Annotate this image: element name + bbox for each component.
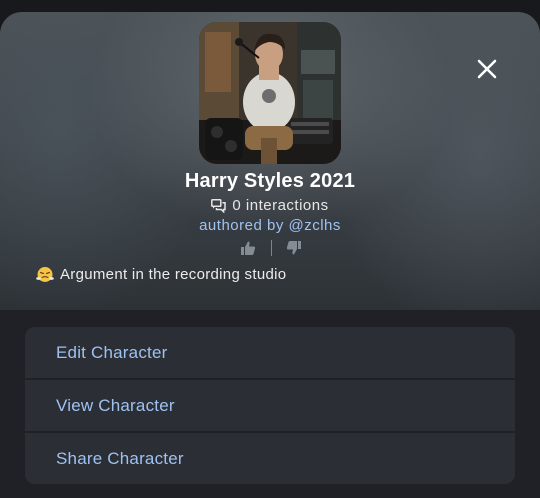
avatar-photo [199,22,341,164]
thumbs-down-button[interactable] [286,240,302,256]
thumbs-down-icon [286,241,301,255]
close-button[interactable] [470,52,504,86]
character-greeting: Argument in the recording studio [36,264,286,284]
thumbs-up-icon [241,241,256,255]
character-sheet: Harry Styles 2021 0 interactions authore… [0,12,540,498]
face-with-steam-emoji [36,265,54,283]
character-header: Harry Styles 2021 0 interactions authore… [0,12,540,310]
edit-character-button[interactable]: Edit Character [25,327,515,378]
interactions-label: 0 interactions [232,197,329,214]
chat-bubbles-icon [211,198,227,213]
character-avatar[interactable] [199,22,341,164]
vote-divider [270,240,272,256]
author-link[interactable]: authored by @zclhs [0,217,540,234]
share-character-button[interactable]: Share Character [25,433,515,484]
vote-controls [240,238,302,258]
thumbs-up-button[interactable] [240,240,256,256]
greeting-text: Argument in the recording studio [60,265,287,283]
view-character-button[interactable]: View Character [25,380,515,431]
interactions-count: 0 interactions [0,197,540,214]
character-name: Harry Styles 2021 [184,170,356,192]
close-icon [477,59,497,79]
